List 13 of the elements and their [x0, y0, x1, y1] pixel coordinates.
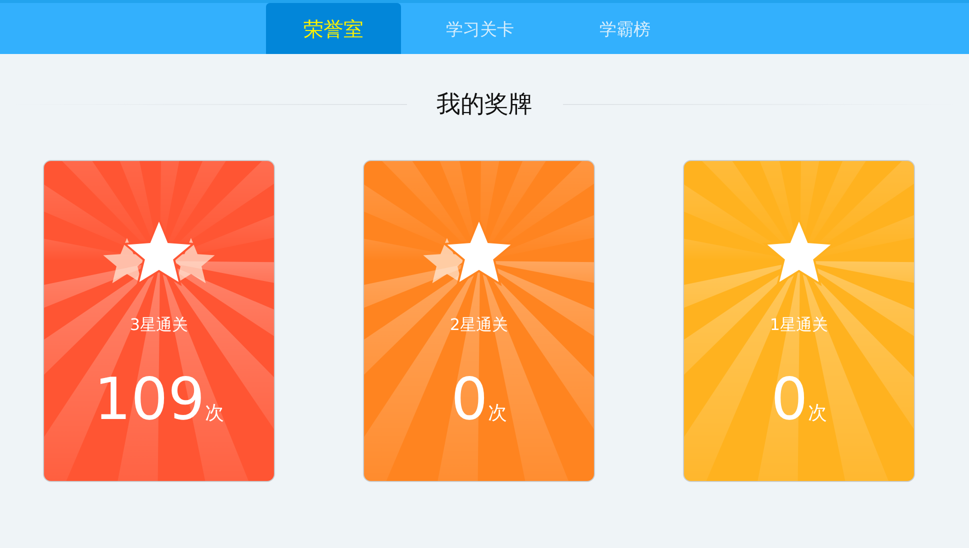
tab[interactable]: 荣誉室 [266, 3, 401, 54]
medal-label: 1星通关 [770, 315, 828, 336]
medal-label: 2星通关 [450, 315, 508, 336]
medal-count: 109 [94, 366, 205, 432]
tab[interactable]: 学习关卡 [401, 3, 559, 54]
medal-count: 0 [771, 366, 808, 432]
count-unit: 次 [204, 401, 224, 426]
count-unit: 次 [488, 401, 507, 426]
section-title: 我的奖牌 [436, 89, 534, 120]
medal-count: 0 [451, 366, 488, 432]
medal-label: 3星通关 [130, 315, 188, 336]
count-unit: 次 [808, 401, 827, 426]
tab[interactable]: 学霸榜 [559, 3, 691, 54]
